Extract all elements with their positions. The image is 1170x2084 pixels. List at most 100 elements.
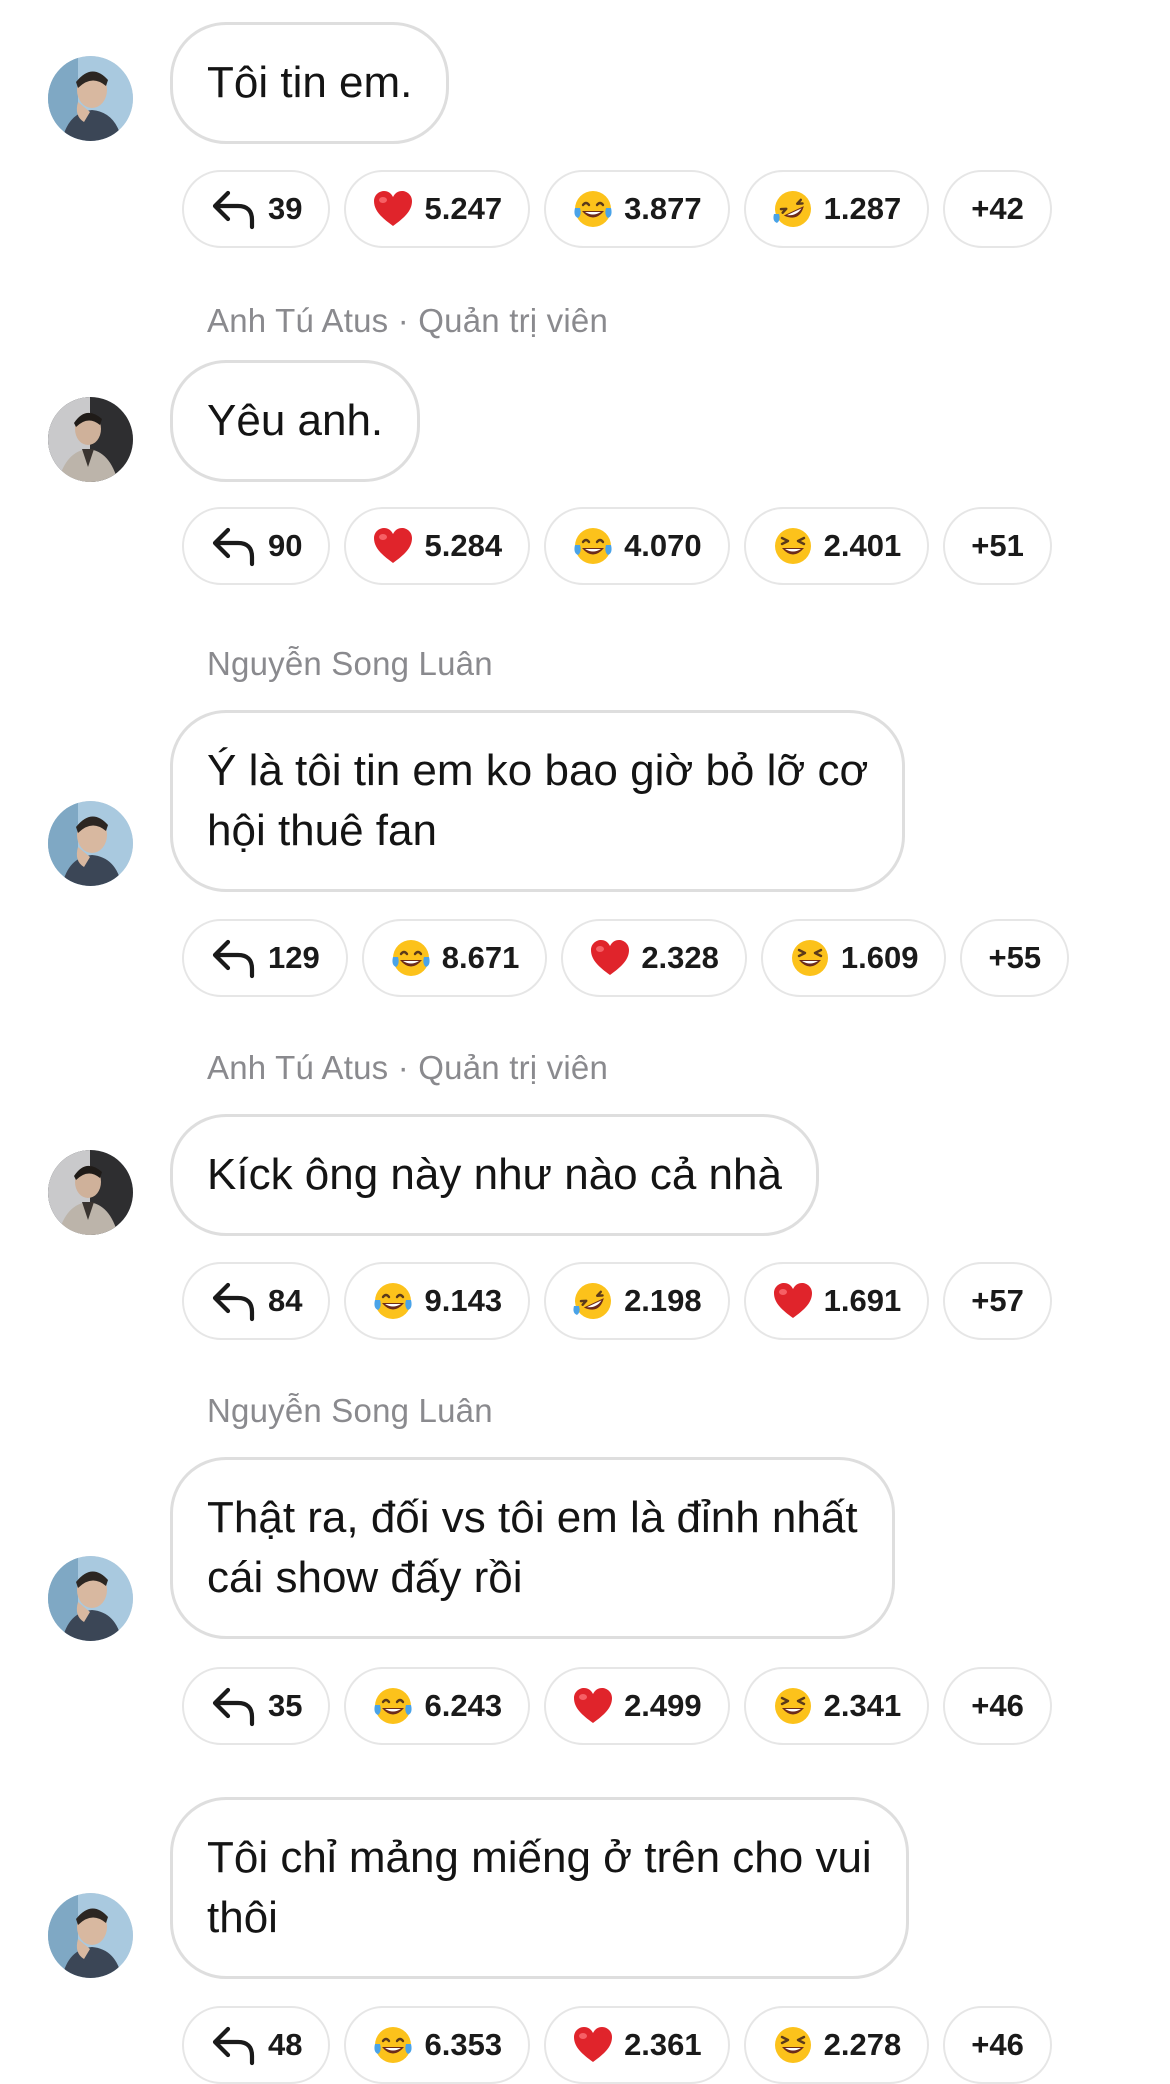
reaction-bar: 48 6.353 2.361 2.278 +46 [182, 2006, 1052, 2084]
more-reactions-chip[interactable]: +55 [960, 919, 1070, 997]
reaction-chip[interactable]: 2.499 [544, 1667, 730, 1745]
message-text-line: thôi [207, 1893, 278, 1942]
red-heart-icon [574, 1688, 613, 1723]
message-bubble[interactable]: Yêu anh. [170, 360, 421, 482]
reaction-chip[interactable]: 2.401 [743, 507, 930, 585]
reaction-bar: 35 6.243 2.499 2.341 +46 [182, 1667, 1052, 1745]
reply-count-button[interactable]: 35 [182, 1667, 331, 1745]
reaction-chip[interactable]: 1.691 [743, 1262, 930, 1340]
reaction-count: 6.353 [424, 2027, 503, 2062]
avatar[interactable] [48, 1893, 133, 1978]
message-bubble[interactable]: Kíck ông này như nào cả nhà [170, 1114, 819, 1236]
message-bubble[interactable]: Tôi tin em. [170, 22, 450, 144]
more-reactions-count: +46 [971, 1688, 1024, 1723]
reply-count-button[interactable]: 129 [182, 919, 348, 997]
reaction-chip[interactable]: 1.287 [743, 170, 930, 248]
reaction-chip[interactable]: 2.361 [544, 2006, 730, 2084]
reply-arrow-icon [212, 527, 255, 567]
reply-count: 90 [268, 528, 303, 563]
reply-count: 35 [268, 1688, 303, 1723]
reply-arrow-icon [212, 190, 255, 230]
message-text: Kíck ông này như nào cả nhà [207, 1150, 782, 1199]
reaction-chip[interactable]: 9.143 [344, 1262, 531, 1340]
avatar[interactable] [48, 397, 133, 482]
avatar[interactable] [48, 801, 133, 886]
grinning-squinting-face-icon [791, 940, 828, 976]
reply-count-button[interactable]: 84 [182, 1262, 331, 1340]
rolling-on-floor-laughing-icon [773, 191, 811, 227]
more-reactions-count: +55 [988, 940, 1042, 975]
reaction-count: 2.198 [624, 1283, 702, 1318]
face-with-tears-of-joy-icon [574, 528, 612, 564]
reaction-chip[interactable]: 2.341 [743, 1667, 930, 1745]
message-bubble[interactable]: Ý là tôi tin em ko bao giờ bỏ lỡ cơ hội … [170, 710, 906, 892]
red-heart-icon [374, 528, 413, 563]
reaction-count: 2.401 [823, 528, 902, 563]
more-reactions-chip[interactable]: +57 [943, 1262, 1052, 1340]
message-text-line: cái show đấy rồi [207, 1553, 523, 1602]
reaction-chip[interactable]: 6.243 [344, 1667, 531, 1745]
reply-count-button[interactable]: 39 [182, 170, 331, 248]
grinning-squinting-face-icon [774, 1688, 811, 1724]
reply-count-button[interactable]: 48 [182, 2006, 331, 2084]
reaction-chip[interactable]: 2.198 [544, 1262, 730, 1340]
avatar[interactable] [48, 1150, 133, 1235]
reply-arrow-icon [212, 1687, 255, 1727]
reaction-chip[interactable]: 4.070 [544, 507, 730, 585]
more-reactions-count: +57 [971, 1283, 1024, 1318]
reaction-chip[interactable]: 3.877 [544, 170, 730, 248]
reaction-count: 5.284 [424, 528, 503, 563]
reply-count: 39 [268, 191, 303, 226]
reaction-chip[interactable]: 2.328 [561, 919, 747, 997]
red-heart-icon [773, 1283, 812, 1318]
reaction-chip[interactable]: 8.671 [361, 919, 548, 997]
sender-name[interactable]: Nguyễn Song Luân [207, 1392, 493, 1430]
reaction-chip[interactable]: 2.278 [743, 2006, 930, 2084]
reaction-bar: 39 5.247 3.877 1.287 +42 [182, 170, 1052, 248]
reply-count: 129 [268, 940, 320, 975]
reaction-count: 1.287 [823, 191, 902, 226]
reaction-count: 2.328 [641, 940, 719, 975]
reaction-chip[interactable]: 6.353 [344, 2006, 531, 2084]
reaction-count: 8.671 [441, 940, 520, 975]
more-reactions-chip[interactable]: +46 [943, 1667, 1052, 1745]
reaction-count: 2.341 [823, 1688, 902, 1723]
face-with-tears-of-joy-icon [374, 1688, 413, 1724]
reaction-bar: 129 8.671 2.328 1.609 +55 [182, 919, 1070, 997]
avatar[interactable] [48, 56, 133, 141]
face-with-tears-of-joy-icon [374, 1283, 413, 1319]
message-bubble[interactable]: Tôi chỉ mảng miếng ở trên cho vui thôi [170, 1797, 909, 1979]
reaction-chip[interactable]: 1.609 [760, 919, 947, 997]
reaction-count: 2.361 [624, 2027, 702, 2062]
sender-name[interactable]: Anh Tú Atus · Quản trị viên [207, 302, 608, 340]
reply-count: 48 [268, 2027, 303, 2062]
reaction-count: 3.877 [624, 191, 702, 226]
reaction-count: 9.143 [424, 1283, 503, 1318]
message-text: Yêu anh. [207, 396, 384, 445]
more-reactions-count: +42 [971, 191, 1024, 226]
reply-count-button[interactable]: 90 [182, 507, 331, 585]
message-bubble[interactable]: Thật ra, đối vs tôi em là đỉnh nhất cái … [170, 1457, 895, 1639]
red-heart-icon [591, 940, 630, 975]
more-reactions-chip[interactable]: +42 [943, 170, 1052, 248]
message-text-line: Ý là tôi tin em ko bao giờ bỏ lỡ cơ [207, 746, 869, 795]
reaction-chip[interactable]: 5.247 [344, 170, 531, 248]
more-reactions-chip[interactable]: +46 [943, 2006, 1052, 2084]
reply-arrow-icon [212, 1282, 255, 1322]
reaction-count: 2.499 [624, 1688, 702, 1723]
reaction-chip[interactable]: 5.284 [344, 507, 531, 585]
avatar[interactable] [48, 1556, 133, 1641]
reply-count: 84 [268, 1283, 303, 1318]
message-text-line: Tôi chỉ mảng miếng ở trên cho vui [207, 1833, 872, 1882]
face-with-tears-of-joy-icon [574, 191, 612, 227]
reaction-count: 1.609 [840, 940, 919, 975]
reply-arrow-icon [212, 939, 255, 979]
more-reactions-chip[interactable]: +51 [943, 507, 1052, 585]
message-text-line: Thật ra, đối vs tôi em là đỉnh nhất [207, 1493, 858, 1542]
reaction-bar: 90 5.284 4.070 2.401 +51 [182, 507, 1052, 585]
sender-name[interactable]: Anh Tú Atus · Quản trị viên [207, 1049, 608, 1087]
sender-name[interactable]: Nguyễn Song Luân [207, 645, 493, 683]
grinning-squinting-face-icon [774, 2027, 811, 2063]
reaction-count: 6.243 [424, 1688, 503, 1723]
comment-thread: Tôi tin em. 39 5.247 3.877 1.287 +42 Anh… [0, 0, 1170, 2084]
